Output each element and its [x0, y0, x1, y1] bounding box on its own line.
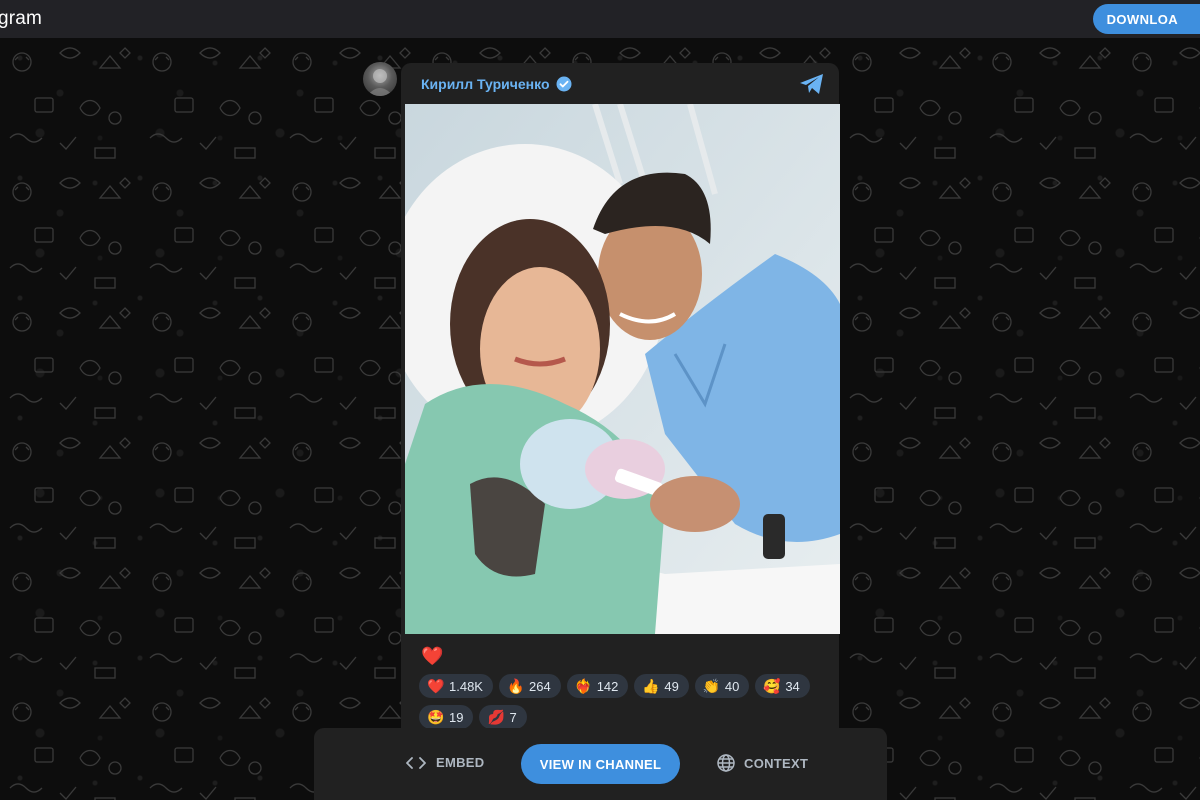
- brand-title: gram: [0, 8, 43, 29]
- smiling-hearts-icon: 🥰: [763, 677, 781, 694]
- heart-on-fire-icon: ❤️‍🔥: [574, 677, 593, 694]
- action-bar: EMBED VIEW IN CHANNEL CONTEXT: [314, 728, 887, 800]
- reaction-chip[interactable]: 🥰 34: [755, 674, 810, 698]
- reactions-list: ❤️ 1.48K 🔥 264 ❤️‍🔥 142 👍 49 👏 40 🥰 34 🤩 19 💋 7: [419, 674, 829, 729]
- reaction-count: 1.48K: [449, 678, 483, 694]
- reaction-count: 34: [785, 678, 800, 694]
- reaction-chip[interactable]: 🔥 264: [498, 674, 561, 698]
- post-header: Кирилл Туриченко: [421, 72, 572, 96]
- clap-icon: 👏: [702, 677, 721, 694]
- context-label: CONTEXT: [744, 755, 809, 771]
- reaction-chip[interactable]: ❤️ 1.48K: [419, 674, 493, 698]
- download-button[interactable]: DOWNLOA: [1092, 4, 1200, 34]
- embed-label: EMBED: [436, 755, 485, 770]
- globe-icon: [717, 754, 735, 772]
- reaction-count: 7: [509, 709, 517, 725]
- post-photo[interactable]: [405, 104, 840, 634]
- author-name[interactable]: Кирилл Туриченко: [421, 76, 550, 92]
- verified-icon: [556, 76, 572, 92]
- reaction-chip[interactable]: 👏 40: [694, 674, 750, 698]
- thumbs-up-icon: 👍: [642, 677, 660, 694]
- photo-image: [405, 104, 840, 634]
- view-in-channel-button[interactable]: VIEW IN CHANNEL: [521, 744, 680, 784]
- embed-button[interactable]: EMBED: [406, 755, 484, 770]
- post-card: Кирилл Туриченко: [401, 63, 840, 743]
- heart-icon: ❤️: [427, 677, 445, 694]
- reaction-count: 49: [664, 678, 679, 694]
- telegram-icon[interactable]: [799, 73, 825, 95]
- reaction-count: 142: [596, 678, 619, 694]
- fire-icon: 🔥: [506, 677, 525, 694]
- reaction-count: 40: [724, 678, 740, 694]
- avatar-image: [367, 69, 393, 96]
- code-icon: [406, 756, 426, 769]
- single-reaction: ❤️: [421, 646, 444, 666]
- reaction-count: 19: [449, 709, 464, 725]
- reaction-count: 264: [528, 678, 551, 694]
- reaction-chip[interactable]: 🤩 19: [419, 705, 474, 729]
- context-button[interactable]: CONTEXT: [717, 754, 808, 772]
- avatar[interactable]: [363, 62, 397, 96]
- top-bar: gram DOWNLOA: [0, 0, 1200, 38]
- reaction-chip[interactable]: ❤️‍🔥 142: [566, 674, 629, 698]
- star-struck-icon: 🤩: [427, 708, 445, 725]
- kiss-icon: 💋: [487, 708, 505, 725]
- reaction-chip[interactable]: 💋 7: [479, 705, 527, 729]
- reaction-chip[interactable]: 👍 49: [634, 674, 689, 698]
